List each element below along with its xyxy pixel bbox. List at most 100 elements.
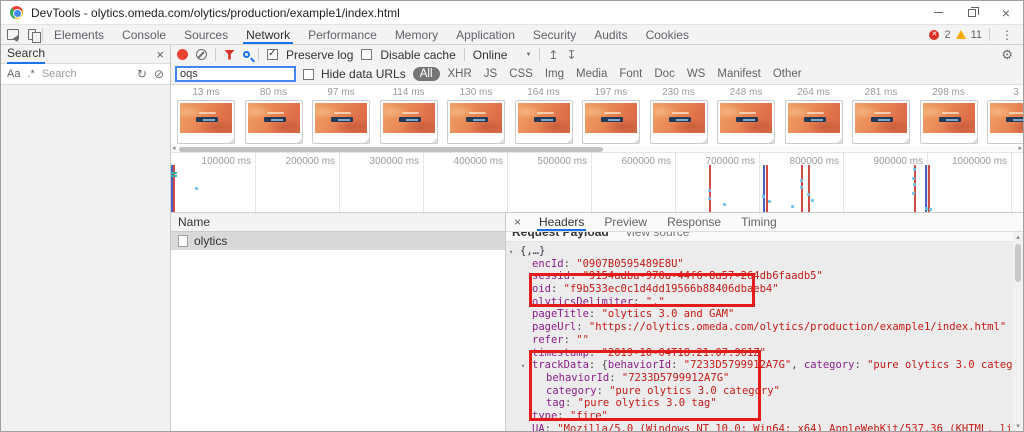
tab-search[interactable]: Search xyxy=(7,46,45,62)
scroll-down-icon[interactable]: ▾ xyxy=(1013,422,1023,430)
import-har-icon[interactable]: ↥ xyxy=(548,48,558,62)
minimize-button[interactable] xyxy=(921,1,955,24)
frame-card[interactable] xyxy=(245,100,303,144)
inspect-element-icon[interactable] xyxy=(7,29,19,40)
scrollbar-thumb[interactable] xyxy=(179,147,603,152)
name-column-header[interactable]: Name xyxy=(171,213,505,232)
tab-cookies[interactable]: Cookies xyxy=(637,25,698,44)
tab-performance[interactable]: Performance xyxy=(299,25,386,44)
clear-icon[interactable] xyxy=(196,49,207,60)
throttling-select[interactable]: Online xyxy=(473,48,508,62)
filter-chip-doc[interactable]: Doc xyxy=(650,67,678,81)
search-input[interactable]: Search xyxy=(42,68,130,80)
filmstrip-frame[interactable]: 230 ms xyxy=(650,87,708,146)
warning-icon[interactable] xyxy=(956,30,966,39)
filmstrip-frame[interactable]: 197 ms xyxy=(582,87,640,146)
close-button[interactable]: × xyxy=(989,1,1023,24)
json-line[interactable]: refer: "" xyxy=(506,334,1013,347)
disable-cache-checkbox[interactable] xyxy=(361,49,372,60)
filter-chip-ws[interactable]: WS xyxy=(683,67,710,81)
filmstrip-frame[interactable]: 281 ms xyxy=(852,87,910,146)
frame-card[interactable] xyxy=(177,100,235,144)
frame-card[interactable] xyxy=(650,100,708,144)
filmstrip-scrollbar[interactable]: ◂ ▸ xyxy=(171,146,1023,153)
tab-memory[interactable]: Memory xyxy=(386,25,447,44)
filter-chip-all[interactable]: All xyxy=(413,67,440,81)
warning-count[interactable]: 11 xyxy=(971,29,982,41)
frame-card[interactable] xyxy=(447,100,505,144)
scroll-right-icon[interactable]: ▸ xyxy=(1018,145,1022,153)
filter-chip-js[interactable]: JS xyxy=(480,67,501,81)
tab-sources[interactable]: Sources xyxy=(175,25,237,44)
json-line[interactable]: UA: "Mozilla/5.0 (Windows NT 10.0; Win64… xyxy=(506,423,1013,431)
json-line[interactable]: ▾trackData: {behaviorId: "7233D5799912A7… xyxy=(506,359,1013,372)
details-tab-headers[interactable]: Headers xyxy=(529,213,594,231)
refresh-icon[interactable]: ↻ xyxy=(137,67,147,81)
filmstrip-frame[interactable]: 114 ms xyxy=(380,87,438,146)
filmstrip-frame[interactable]: 97 ms xyxy=(312,87,370,146)
json-line[interactable]: sessid: "9154adba-970a-44f6-8a57-264db6f… xyxy=(506,270,1013,283)
restore-button[interactable] xyxy=(955,1,989,24)
frame-card[interactable] xyxy=(852,100,910,144)
filmstrip-frame[interactable]: 80 ms xyxy=(245,87,303,146)
tab-elements[interactable]: Elements xyxy=(45,25,113,44)
frame-card[interactable] xyxy=(785,100,843,144)
filmstrip-frame[interactable]: 298 ms xyxy=(920,87,978,146)
json-line[interactable]: ▾{,…} xyxy=(506,245,1013,258)
filmstrip-frame[interactable]: 248 ms xyxy=(717,87,775,146)
clear-search-icon[interactable]: ⊘ xyxy=(154,67,164,81)
filter-chip-xhr[interactable]: XHR xyxy=(444,67,476,81)
json-line[interactable]: pageTitle: "olytics 3.0 and GAM" xyxy=(506,308,1013,321)
json-line[interactable]: olyticsDelimiter: "," xyxy=(506,296,1013,309)
payload-json-tree[interactable]: ▾{,…}encId: "0907B0595489E8U"sessid: "91… xyxy=(506,242,1013,431)
json-line[interactable]: tag: "pure olytics 3.0 tag" xyxy=(506,397,1013,410)
json-line[interactable]: type: "fire" xyxy=(506,410,1013,423)
frame-card[interactable] xyxy=(717,100,775,144)
frame-card[interactable] xyxy=(582,100,640,144)
gear-icon[interactable]: ⚙ xyxy=(1001,47,1017,63)
filter-chip-img[interactable]: Img xyxy=(541,67,568,81)
hide-data-urls-checkbox[interactable] xyxy=(303,69,314,80)
device-toolbar-icon[interactable] xyxy=(28,29,36,40)
tab-security[interactable]: Security xyxy=(524,25,585,44)
filmstrip-frame[interactable]: 3 xyxy=(987,87,1023,146)
preserve-log-label[interactable]: Preserve log xyxy=(286,48,353,62)
frame-card[interactable] xyxy=(920,100,978,144)
details-tab-timing[interactable]: Timing xyxy=(731,213,787,231)
filter-chip-manifest[interactable]: Manifest xyxy=(713,67,764,81)
hide-data-urls-label[interactable]: Hide data URLs xyxy=(321,67,406,81)
details-tab-preview[interactable]: Preview xyxy=(594,213,657,231)
frame-card[interactable] xyxy=(515,100,573,144)
frame-card[interactable] xyxy=(312,100,370,144)
filmstrip-frame[interactable]: 130 ms xyxy=(447,87,505,146)
frame-card[interactable] xyxy=(987,100,1023,144)
export-har-icon[interactable]: ↧ xyxy=(566,48,576,62)
details-tab-response[interactable]: Response xyxy=(657,213,731,231)
request-row[interactable]: olytics xyxy=(171,232,505,250)
filmstrip-frame[interactable]: 264 ms xyxy=(785,87,843,146)
disable-cache-label[interactable]: Disable cache xyxy=(380,48,455,62)
preserve-log-checkbox[interactable] xyxy=(267,49,278,60)
json-line[interactable]: pageUrl: "https://olytics.omeda.com/olyt… xyxy=(506,321,1013,334)
json-line[interactable]: timestamp: "2019-10-04T18:21:07.961Z" xyxy=(506,347,1013,360)
error-icon[interactable]: ✕ xyxy=(929,30,939,40)
tab-application[interactable]: Application xyxy=(447,25,524,44)
filter-chip-css[interactable]: CSS xyxy=(505,67,537,81)
filter-chip-other[interactable]: Other xyxy=(769,67,806,81)
tab-network[interactable]: Network xyxy=(237,25,299,44)
more-menu-icon[interactable]: ⋮ xyxy=(997,28,1017,42)
tab-console[interactable]: Console xyxy=(113,25,175,44)
scroll-up-icon[interactable]: ▴ xyxy=(1013,233,1023,241)
filter-icon[interactable] xyxy=(224,50,235,60)
tab-audits[interactable]: Audits xyxy=(585,25,636,44)
close-drawer-icon[interactable]: × xyxy=(156,47,164,62)
filter-chip-font[interactable]: Font xyxy=(615,67,646,81)
details-scrollbar[interactable]: ▴ ▾ xyxy=(1013,232,1023,431)
json-line[interactable]: encId: "0907B0595489E8U" xyxy=(506,258,1013,271)
filter-chip-media[interactable]: Media xyxy=(572,67,611,81)
view-source-link[interactable]: view source xyxy=(626,232,689,239)
overview-timeline[interactable]: 100000 ms200000 ms300000 ms400000 ms5000… xyxy=(171,153,1023,213)
regex-toggle[interactable]: .* xyxy=(27,68,34,80)
json-line[interactable]: category: "pure olytics 3.0 category" xyxy=(506,385,1013,398)
scroll-left-icon[interactable]: ◂ xyxy=(172,145,176,153)
